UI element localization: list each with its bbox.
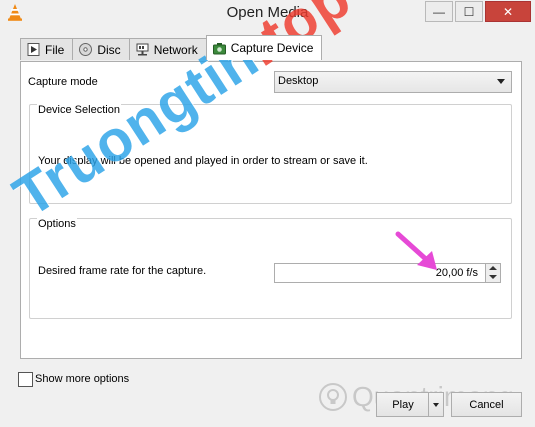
capture-mode-label: Capture mode	[28, 76, 98, 88]
window-controls: — ☐ ✕	[425, 1, 531, 22]
frame-rate-label: Desired frame rate for the capture.	[38, 265, 207, 277]
tab-network[interactable]: Network	[128, 38, 207, 60]
frame-rate-spinbox[interactable]: 20,00 f/s	[274, 263, 501, 283]
play-button[interactable]: Play	[376, 392, 430, 417]
device-selection-group: Device Selection Your display will be op…	[29, 104, 512, 204]
spin-up-icon[interactable]	[489, 266, 497, 270]
spin-down-icon[interactable]	[489, 275, 497, 279]
title-bar: Open Media — ☐ ✕	[0, 0, 535, 26]
tab-network-label: Network	[153, 42, 198, 57]
tab-capture-device-label: Capture Device	[230, 41, 314, 55]
options-title: Options	[37, 218, 77, 230]
tab-disc[interactable]: Disc	[72, 38, 130, 60]
cancel-button[interactable]: Cancel	[451, 392, 522, 417]
capture-device-icon	[212, 42, 226, 54]
network-icon	[136, 43, 149, 56]
maximize-button[interactable]: ☐	[455, 1, 483, 22]
close-button[interactable]: ✕	[485, 1, 531, 22]
play-options-dropdown[interactable]	[428, 392, 444, 417]
device-selection-text: Your display will be opened and played i…	[38, 155, 368, 167]
tab-bar: File Disc Network Capture Device	[20, 35, 323, 61]
show-more-options-checkbox[interactable]	[18, 372, 33, 387]
annotation-arrow-icon	[395, 231, 437, 270]
capture-mode-select[interactable]: Desktop	[274, 71, 512, 93]
tab-disc-label: Disc	[97, 42, 121, 57]
capture-device-panel: Capture mode Desktop Device Selection Yo…	[20, 61, 522, 359]
frame-rate-value: 20,00 f/s	[435, 267, 478, 279]
chevron-down-icon	[497, 79, 505, 84]
minimize-button[interactable]: —	[425, 1, 453, 22]
tab-capture-device[interactable]: Capture Device	[205, 35, 323, 60]
file-icon	[27, 43, 40, 56]
frame-rate-stepper[interactable]	[485, 264, 500, 282]
show-more-options-label: Show more options	[35, 373, 130, 385]
capture-mode-value: Desktop	[278, 75, 319, 87]
tab-file[interactable]: File	[20, 38, 74, 60]
disc-icon	[79, 43, 93, 56]
tab-file-label: File	[45, 42, 65, 57]
lightbulb-icon	[319, 383, 347, 411]
device-selection-title: Device Selection	[37, 104, 121, 116]
chevron-down-icon	[433, 402, 439, 407]
